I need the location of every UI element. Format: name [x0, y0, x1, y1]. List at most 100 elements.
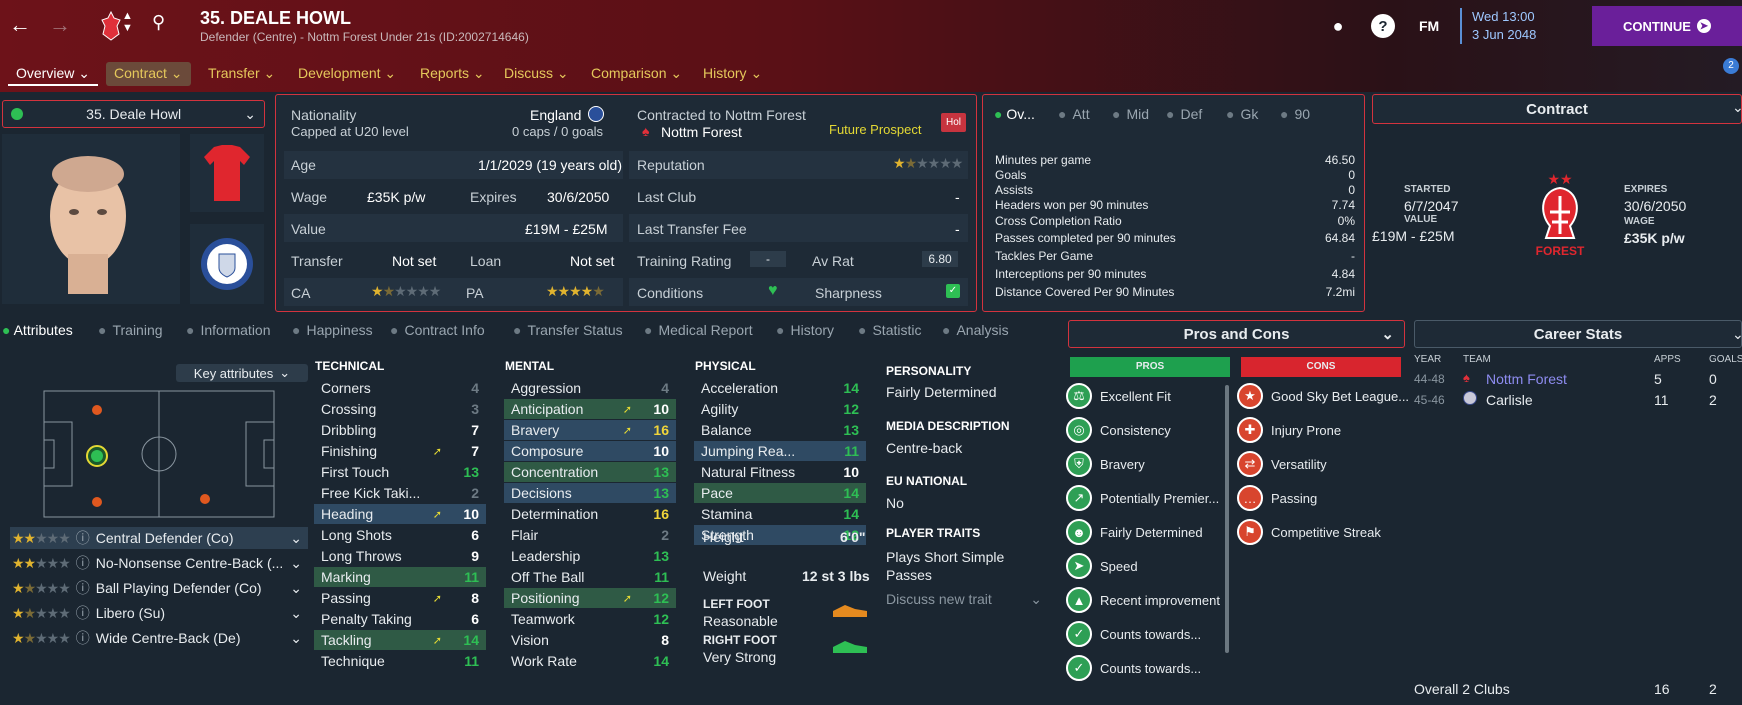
transfer-status-value[interactable]: Not set [392, 253, 436, 269]
attribute-row[interactable]: Penalty Taking 6 [314, 609, 486, 629]
stat-tab-mid[interactable]: ● Mid [1112, 106, 1149, 122]
attribute-row[interactable]: Teamwork 12 [504, 609, 676, 629]
attribute-row[interactable]: Technique 11 [314, 651, 486, 671]
tab-comparison[interactable]: Comparison ⌄ [583, 62, 690, 86]
attribute-row[interactable]: Acceleration 14 [694, 378, 866, 398]
notification-badge[interactable]: 2 [1723, 58, 1739, 74]
chevron-down-icon[interactable]: ⌄ [1732, 99, 1742, 116]
attribute-row[interactable]: Marking 11 [314, 567, 486, 587]
career-team-link[interactable]: Nottm Forest [1486, 371, 1567, 387]
role-row[interactable]: ★★★★★ ⓘ Libero (Su) ⌄ [10, 602, 308, 624]
attribute-row[interactable]: Natural Fitness 10 [694, 462, 866, 482]
con-item[interactable]: ⚑ Competitive Streak [1237, 519, 1381, 545]
key-attributes-dropdown[interactable]: Key attributes ⌄ [176, 364, 308, 382]
stat-tab-att[interactable]: ● Att [1058, 106, 1090, 122]
tab-contract[interactable]: Contract ⌄ [106, 62, 191, 86]
role-row[interactable]: ★★★★★ ⓘ Central Defender (Co) ⌄ [10, 527, 308, 549]
search-icon[interactable]: ⚲ [152, 12, 165, 33]
brain-icon[interactable]: ● [1326, 14, 1350, 38]
tab-development[interactable]: Development ⌄ [290, 62, 404, 86]
attribute-row[interactable]: Crossing 3 [314, 399, 486, 419]
attribute-row[interactable]: Balance 13 [694, 420, 866, 440]
btab-medical-report[interactable]: ● Medical Report [644, 322, 753, 338]
pro-item[interactable]: ☻ Fairly Determined [1066, 519, 1203, 545]
pros-scrollbar[interactable] [1225, 385, 1229, 653]
attribute-row[interactable]: Determination 16 [504, 504, 676, 524]
player-switch-chevrons-icon[interactable]: ▲ ▼ [122, 10, 133, 34]
stat-tab-90[interactable]: ● 90 [1280, 106, 1310, 122]
attribute-row[interactable]: Aggression 4 [504, 378, 676, 398]
attribute-row[interactable]: Bravery ➚ 16 [504, 420, 676, 440]
btab-transfer-status[interactable]: ● Transfer Status [513, 322, 623, 338]
role-row[interactable]: ★★★★★ ⓘ No-Nonsense Centre-Back (... ⌄ [10, 552, 308, 574]
con-item[interactable]: … Passing [1237, 485, 1317, 511]
contract-header[interactable]: Contract [1372, 94, 1742, 124]
attribute-row[interactable]: Off The Ball 11 [504, 567, 676, 587]
club-name[interactable]: Nottm Forest [661, 124, 742, 140]
attribute-row[interactable]: Vision 8 [504, 630, 676, 650]
tab-transfer[interactable]: Transfer ⌄ [200, 62, 283, 86]
back-arrow-icon[interactable]: ← [6, 12, 34, 38]
player-select-dropdown[interactable]: 35. Deale Howl ⌄ [2, 100, 265, 128]
role-row[interactable]: ★★★★★ ⓘ Wide Centre-Back (De) ⌄ [10, 627, 308, 649]
attribute-row[interactable]: Passing ➚ 8 [314, 588, 486, 608]
fm-logo[interactable]: FM [1419, 18, 1439, 34]
tab-discuss[interactable]: Discuss ⌄ [496, 62, 577, 86]
tab-reports[interactable]: Reports ⌄ [412, 62, 493, 86]
attribute-row[interactable]: Jumping Rea... 11 [694, 441, 866, 461]
attribute-row[interactable]: Composure 10 [504, 441, 676, 461]
tab-history[interactable]: History ⌄ [695, 62, 770, 86]
btab-analysis[interactable]: ● Analysis [942, 322, 1009, 338]
pro-item[interactable]: ⛨ Bravery [1066, 451, 1145, 477]
con-item[interactable]: ★ Good Sky Bet League... [1237, 383, 1409, 409]
attribute-row[interactable]: Corners 4 [314, 378, 486, 398]
attribute-row[interactable]: Leadership 13 [504, 546, 676, 566]
attribute-row[interactable]: Positioning ➚ 12 [504, 588, 676, 608]
nationality-value[interactable]: England [530, 107, 581, 123]
pro-item[interactable]: ⚖ Excellent Fit [1066, 383, 1171, 409]
btab-history[interactable]: ● History [776, 322, 834, 338]
btab-statistic[interactable]: ● Statistic [858, 322, 921, 338]
con-item[interactable]: ✚ Injury Prone [1237, 417, 1341, 443]
con-item[interactable]: ⇄ Versatility [1237, 451, 1327, 477]
help-icon[interactable]: ? [1371, 14, 1395, 38]
chevron-down-icon[interactable]: ⌄ [1732, 326, 1742, 343]
pro-item[interactable]: ↗ Potentially Premier... [1066, 485, 1219, 511]
career-stats-header[interactable]: Career Stats [1414, 320, 1742, 348]
attribute-row[interactable]: Dribbling 7 [314, 420, 486, 440]
loan-status-value[interactable]: Not set [570, 253, 614, 269]
attribute-row[interactable]: Anticipation ➚ 10 [504, 399, 676, 419]
btab-contract-info[interactable]: ● Contract Info [390, 322, 485, 338]
stat-tab-overview[interactable]: ● Ov... [994, 106, 1035, 122]
attribute-row[interactable]: Finishing ➚ 7 [314, 441, 486, 461]
attribute-row[interactable]: First Touch 13 [314, 462, 486, 482]
attribute-row[interactable]: Heading ➚ 10 [314, 504, 486, 524]
career-team-link[interactable]: Carlisle [1486, 392, 1533, 408]
pro-item[interactable]: ✓ Counts towards... [1066, 655, 1201, 681]
attribute-row[interactable]: Decisions 13 [504, 483, 676, 503]
attribute-row[interactable]: Long Throws 9 [314, 546, 486, 566]
attribute-row[interactable]: Tackling ➚ 14 [314, 630, 486, 650]
pros-cons-header[interactable]: Pros and Cons ⌄ [1068, 320, 1405, 348]
attribute-row[interactable]: Concentration 13 [504, 462, 676, 482]
btab-attributes[interactable]: ● Attributes [2, 322, 73, 338]
pro-item[interactable]: ➤ Speed [1066, 553, 1138, 579]
pro-item[interactable]: ▲ Recent improvement [1066, 587, 1220, 613]
attribute-row[interactable]: Agility 12 [694, 399, 866, 419]
role-row[interactable]: ★★★★★ ⓘ Ball Playing Defender (Co) ⌄ [10, 577, 308, 599]
pro-item[interactable]: ✓ Counts towards... [1066, 621, 1201, 647]
attribute-row[interactable]: Flair 2 [504, 525, 676, 545]
btab-training[interactable]: ● Training [98, 322, 163, 338]
pro-item[interactable]: ◎ Consistency [1066, 417, 1171, 443]
tab-overview[interactable]: Overview ⌄ [8, 62, 98, 86]
btab-happiness[interactable]: ● Happiness [292, 322, 373, 338]
stat-tab-gk[interactable]: ● Gk [1226, 106, 1258, 122]
forward-arrow-icon[interactable]: → [46, 12, 74, 38]
attribute-row[interactable]: Free Kick Taki... 2 [314, 483, 486, 503]
discuss-new-trait[interactable]: Discuss new trait ⌄ [886, 591, 1042, 608]
stat-tab-def[interactable]: ● Def [1166, 106, 1202, 122]
attribute-row[interactable]: Pace 14 [694, 483, 866, 503]
attribute-row[interactable]: Stamina 14 [694, 504, 866, 524]
attribute-row[interactable]: Long Shots 6 [314, 525, 486, 545]
continue-button[interactable]: CONTINUE ➤ [1592, 6, 1742, 46]
